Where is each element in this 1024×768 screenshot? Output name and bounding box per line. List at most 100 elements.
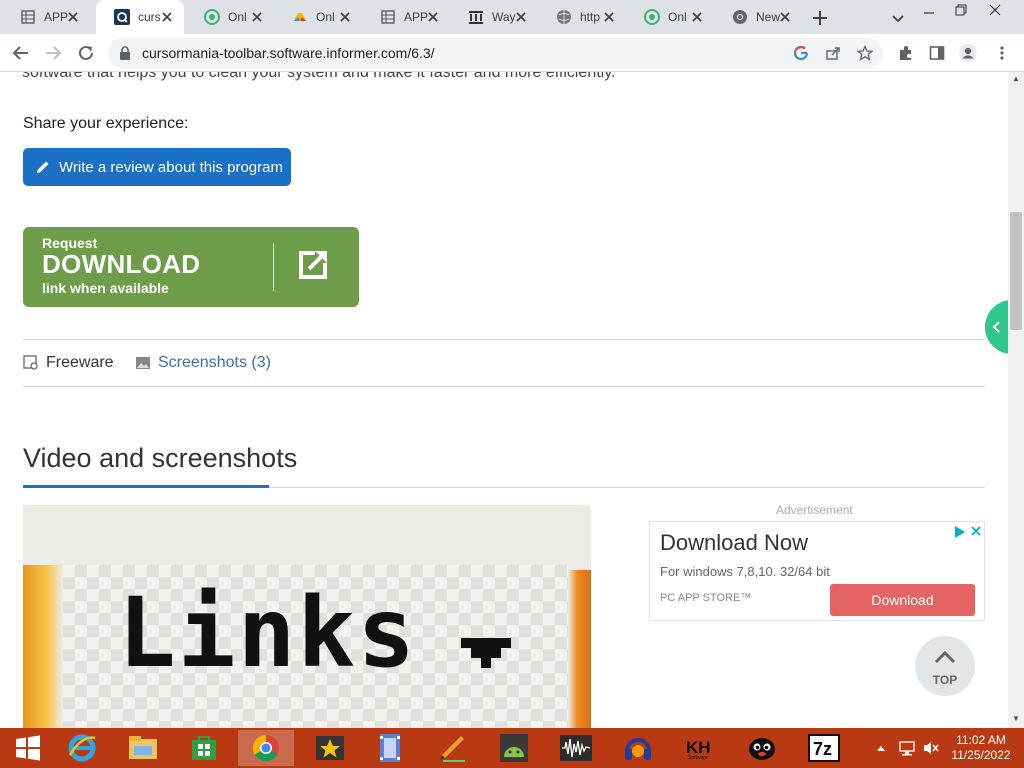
profile-avatar-icon[interactable] (958, 43, 978, 63)
write-review-label: Write a review about this program (59, 158, 283, 176)
share-icon[interactable] (825, 45, 841, 61)
kh-software-icon[interactable]: KH Software (672, 730, 728, 766)
write-review-button[interactable]: Write a review about this program (23, 148, 291, 186)
chevron-left-icon (990, 319, 1004, 335)
close-icon[interactable] (426, 10, 440, 24)
close-icon[interactable] (602, 10, 616, 24)
system-clock[interactable]: 11:02 AM 11/25/2022 (948, 733, 1014, 763)
top-label: TOP (932, 673, 958, 687)
image-icon (135, 355, 151, 371)
sheet-icon (380, 9, 396, 25)
reload-icon[interactable] (75, 42, 97, 64)
tab-app-2[interactable]: APP (362, 0, 450, 34)
license-label: Freeware (46, 354, 114, 371)
green-p-icon (204, 9, 220, 25)
drive-icon (292, 9, 308, 25)
file-explorer-icon[interactable] (115, 730, 171, 766)
7zip-icon[interactable]: 7z (796, 730, 852, 766)
headphones-icon[interactable] (610, 730, 666, 766)
tab-cursormania[interactable]: curs (96, 0, 184, 34)
chevron-down-icon[interactable] (890, 10, 906, 26)
video-preview[interactable]: Links (23, 505, 591, 728)
section-title-underline (23, 485, 269, 488)
divider (23, 386, 985, 387)
ad-download-button[interactable]: Download (830, 584, 975, 616)
chevron-up-icon (934, 650, 956, 664)
penguin-icon[interactable] (734, 730, 790, 766)
pencil-app-icon[interactable] (424, 730, 480, 766)
internet-explorer-icon[interactable] (54, 730, 110, 766)
external-download-icon (295, 247, 331, 283)
tab-strip: APP curs Onl Onl APP Way http Onl New (0, 0, 1024, 34)
android-icon[interactable] (486, 730, 542, 766)
tab-online-2[interactable]: Onl (274, 0, 362, 34)
scroll-up-arrow[interactable]: ▲ (1008, 72, 1024, 86)
extensions-puzzle-icon[interactable] (896, 43, 916, 63)
forward-arrow-icon[interactable] (42, 42, 64, 64)
lock-icon[interactable] (118, 45, 132, 61)
license-icon (23, 355, 39, 371)
tab-http[interactable]: http (538, 0, 626, 34)
cursor-arrow-icon (461, 638, 511, 668)
windows-start-icon[interactable] (0, 730, 56, 766)
ad-title: Download Now (660, 530, 808, 555)
close-icon[interactable] (160, 10, 174, 24)
address-bar[interactable]: cursormania-toolbar.software.informer.co… (108, 38, 883, 68)
download-line-3: link when available (42, 280, 169, 296)
back-arrow-icon[interactable] (10, 42, 32, 64)
movie-maker-icon[interactable] (302, 730, 358, 766)
windows-taskbar: KH Software 7z 11:02 AM 11/25/2022 (0, 728, 1024, 768)
close-icon[interactable] (250, 10, 264, 24)
close-window-icon[interactable] (980, 0, 1010, 20)
pencil-icon (35, 159, 51, 175)
tab-online-3[interactable]: Onl (626, 0, 714, 34)
tab-new[interactable]: New (714, 0, 802, 34)
ad-store: PC APP STORE™ (660, 592, 752, 604)
google-icon[interactable] (793, 45, 809, 61)
ad-subtitle: For windows 7,8,10. 32/64 bit (660, 564, 830, 579)
browser-toolbar: cursormania-toolbar.software.informer.co… (0, 34, 1024, 72)
scrollbar-thumb[interactable] (1010, 212, 1022, 330)
tab-app-1[interactable]: APP (2, 0, 90, 34)
close-icon[interactable] (690, 10, 704, 24)
ad-choices-icon[interactable] (953, 525, 983, 539)
informer-icon (114, 9, 130, 25)
svg-text:7z: 7z (813, 739, 832, 759)
new-tab-icon[interactable] (810, 8, 830, 28)
side-panel-icon[interactable] (927, 43, 947, 63)
chrome-icon[interactable] (238, 730, 294, 766)
archive-icon (468, 9, 484, 25)
video-text: Links (118, 577, 417, 689)
tray-chevron-up-icon[interactable] (872, 728, 890, 768)
tab-wayback[interactable]: Way (450, 0, 538, 34)
tab-online-1[interactable]: Onl (186, 0, 274, 34)
advertisement[interactable]: Download Now For windows 7,8,10. 32/64 b… (649, 521, 985, 621)
close-icon[interactable] (514, 10, 528, 24)
ad-label: Advertisement (776, 503, 853, 517)
network-icon[interactable] (896, 728, 918, 768)
close-icon[interactable] (66, 10, 80, 24)
share-experience-label: Share your experience: (23, 115, 189, 132)
cut-off-text: software that helps you to clean your sy… (22, 72, 616, 81)
store-icon[interactable] (176, 730, 232, 766)
minimize-icon[interactable] (914, 0, 944, 20)
download-line-2: DOWNLOAD (42, 249, 201, 279)
scroll-to-top-button[interactable]: TOP (915, 636, 975, 696)
audio-wave-icon[interactable] (548, 730, 604, 766)
scroll-down-arrow[interactable]: ▼ (1008, 712, 1024, 726)
url-text[interactable]: cursormania-toolbar.software.informer.co… (142, 45, 435, 61)
more-menu-icon[interactable] (992, 43, 1012, 63)
left-color-strip (23, 565, 63, 728)
bookmark-star-icon[interactable] (857, 45, 873, 61)
web-page: software that helps you to clean your sy… (0, 72, 1008, 728)
request-download-button[interactable]: Request DOWNLOAD link when available (23, 227, 359, 307)
screenshots-link[interactable]: Screenshots (3) (135, 354, 271, 372)
restore-icon[interactable] (946, 0, 976, 20)
chrome-icon (732, 9, 748, 25)
close-icon[interactable] (778, 10, 792, 24)
film-icon[interactable] (362, 730, 418, 766)
scrollbar-track[interactable] (1008, 72, 1024, 728)
volume-muted-icon[interactable] (920, 728, 942, 768)
close-icon[interactable] (338, 10, 352, 24)
green-p-icon (644, 9, 660, 25)
